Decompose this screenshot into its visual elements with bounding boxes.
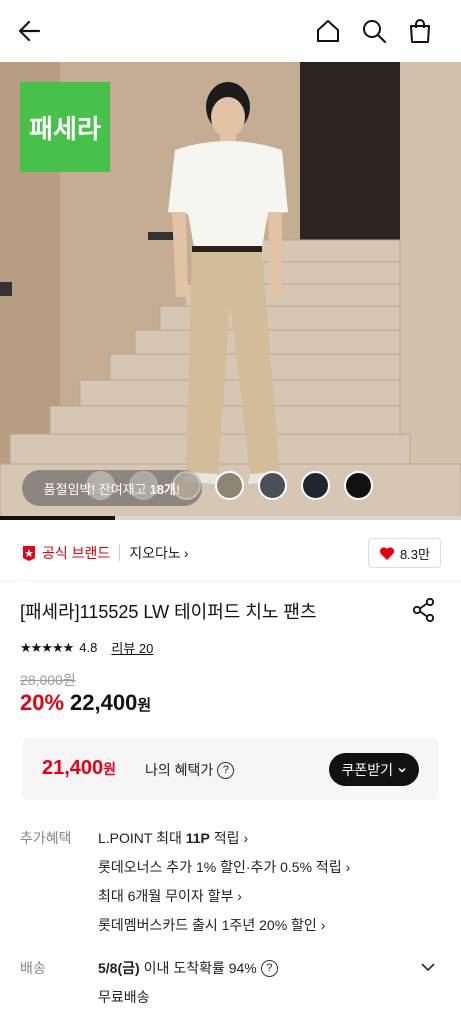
benefit-item-text: 최대 6개월 무이자 할부	[98, 888, 234, 904]
brand-link[interactable]: 지오다노 ›	[129, 543, 188, 563]
delivery-probability: 이내 도착확률 94%	[143, 960, 257, 976]
official-star-icon	[23, 546, 35, 561]
official-brand-badge: 공식 브랜드	[20, 543, 110, 563]
color-swatch-navy[interactable]	[301, 471, 330, 500]
divider	[119, 545, 121, 561]
color-swatch-list	[86, 471, 373, 500]
home-icon	[317, 20, 339, 42]
chevron-down-icon	[421, 963, 435, 972]
benefit-price-unit: 원	[103, 761, 117, 777]
back-button[interactable]	[12, 13, 48, 49]
divider	[0, 580, 461, 581]
chevron-right-icon: ›	[320, 917, 326, 933]
benefit-item-installment[interactable]: 최대 6개월 무이자 할부 ›	[98, 886, 242, 906]
my-benefit-box: 21,400원 나의 혜택가 ? 쿠폰받기	[22, 738, 439, 800]
benefit-item-text: 롯데오너스 추가 1% 할인·추가 0.5% 적립	[98, 859, 342, 875]
chevron-right-icon: ›	[345, 859, 351, 875]
delivery-estimate: 5/8(금) 이내 도착확률 94% ?	[98, 958, 278, 978]
benefit-item-text: 적립	[209, 830, 240, 846]
coupon-button-label: 쿠폰받기	[341, 761, 393, 778]
like-count: 8.3만	[399, 546, 430, 562]
benefit-price-value: 21,400	[42, 757, 104, 779]
color-swatch-khaki[interactable]	[215, 471, 244, 500]
search-icon	[363, 20, 387, 44]
original-price: 28,000원	[20, 672, 76, 688]
rating-row: ★★★★★ 4.8 리뷰 20	[20, 638, 153, 657]
benefit-price: 21,400원	[42, 757, 116, 780]
chevron-right-icon: ›	[183, 545, 189, 561]
color-swatch-charcoal[interactable]	[258, 471, 287, 500]
chevron-right-icon: ›	[237, 888, 242, 904]
sale-price-unit: 원	[137, 697, 152, 714]
extra-benefits-label: 추가혜택	[20, 830, 72, 846]
share-button[interactable]	[410, 596, 438, 624]
shipping-fee: 무료배송	[98, 989, 150, 1005]
like-button[interactable]: 8.3만	[367, 538, 441, 568]
shipping-expand-button[interactable]	[417, 956, 439, 978]
benefit-label: 나의 혜택가 ?	[145, 760, 235, 780]
image-progress-fill	[0, 516, 116, 520]
delivery-date: 5/8(금)	[98, 960, 140, 976]
price-row: 20% 22,400원	[20, 690, 151, 716]
heart-icon	[379, 546, 395, 560]
search-button[interactable]	[356, 13, 392, 49]
shipping-label: 배송	[20, 960, 46, 976]
cart-button[interactable]	[402, 13, 438, 49]
color-swatch-black[interactable]	[344, 471, 373, 500]
help-icon[interactable]: ?	[260, 959, 278, 977]
rating-stars: ★★★★★	[20, 639, 74, 655]
chevron-right-icon: ›	[243, 830, 249, 846]
benefit-item-text: L.POINT 최대	[98, 830, 186, 846]
product-title: [패세라]115525 LW 테이퍼드 치노 팬츠	[20, 602, 317, 622]
benefit-item-lotte-owners[interactable]: 롯데오너스 추가 1% 할인·추가 0.5% 적립 ›	[98, 857, 350, 877]
color-swatch-beige[interactable]	[172, 471, 201, 500]
benefit-item-text: 롯데멤버스카드 출시 1주년 20% 할인	[98, 917, 317, 933]
sale-price: 22,400원	[70, 690, 151, 716]
brand-logo: 패세라	[20, 82, 110, 172]
arrow-left-icon	[18, 20, 41, 42]
product-image-carousel[interactable]: 패세라 품절임박! 잔여재고 18개!	[0, 62, 461, 520]
color-swatch-white[interactable]	[86, 471, 115, 500]
discount-rate: 20%	[20, 690, 65, 715]
benefit-label-text: 나의 혜택가	[145, 762, 214, 778]
official-brand-label: 공식 브랜드	[42, 545, 111, 561]
shopping-bag-icon	[410, 19, 430, 43]
benefit-item-lpoint[interactable]: L.POINT 최대 11P 적립 ›	[98, 828, 248, 848]
color-swatch-light-gray[interactable]	[129, 471, 158, 500]
review-link[interactable]: 리뷰 20	[111, 638, 153, 657]
brand-name: 지오다노	[129, 545, 181, 561]
share-icon	[412, 597, 435, 623]
brand-row: 공식 브랜드 지오다노 › 8.3만	[20, 534, 441, 572]
help-icon[interactable]: ?	[217, 761, 235, 779]
chevron-down-icon	[398, 767, 406, 773]
top-nav-bar	[0, 0, 461, 62]
get-coupon-button[interactable]: 쿠폰받기	[329, 753, 419, 786]
rating-value: 4.8	[79, 640, 98, 655]
sale-price-value: 22,400	[70, 690, 138, 715]
benefit-item-bold: 11P	[185, 830, 210, 846]
home-button[interactable]	[310, 13, 346, 49]
image-progress-bar	[0, 516, 461, 520]
benefit-item-members-card[interactable]: 롯데멤버스카드 출시 1주년 20% 할인 ›	[98, 915, 325, 935]
